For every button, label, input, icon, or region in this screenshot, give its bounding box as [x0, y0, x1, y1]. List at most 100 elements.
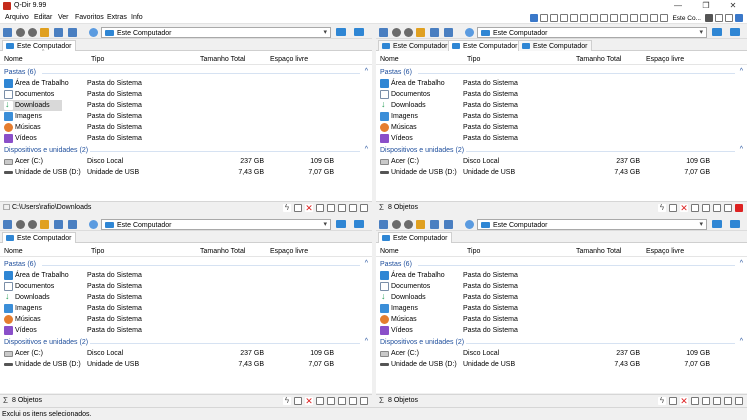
tab-este-computador[interactable]: Este Computador: [2, 40, 77, 51]
group-pastas[interactable]: Pastas (6): [4, 69, 36, 76]
list-item[interactable]: Vídeos Pasta do Sistema: [376, 133, 747, 144]
list-item[interactable]: Vídeos Pasta do Sistema: [0, 325, 372, 336]
edit-icon[interactable]: [724, 397, 732, 405]
column-tipo[interactable]: Tipo: [91, 56, 104, 63]
group-pastas[interactable]: Pastas (6): [4, 261, 36, 268]
list-item[interactable]: Músicas Pasta do Sistema: [376, 314, 747, 325]
column-espaco[interactable]: Espaço livre: [646, 248, 684, 255]
lightning-icon[interactable]: ϟ: [658, 204, 666, 212]
star-icon[interactable]: [715, 14, 723, 22]
monitor-icon[interactable]: [735, 14, 743, 22]
collapse-icon[interactable]: ^: [740, 260, 743, 267]
pane-menu-icon[interactable]: [3, 220, 12, 229]
address-bar[interactable]: Este Computador ▾: [101, 219, 331, 230]
layout-7-icon[interactable]: [610, 14, 619, 22]
layout-1-icon[interactable]: [550, 14, 559, 22]
settings-icon[interactable]: [725, 14, 733, 22]
layout-8-icon[interactable]: [620, 14, 629, 22]
list-item[interactable]: DownloadsPasta do Sistema: [376, 99, 747, 111]
delete-icon[interactable]: ✕: [305, 204, 313, 213]
column-tamanho[interactable]: Tamanho Total: [200, 56, 245, 63]
back-icon[interactable]: [16, 220, 25, 229]
list-item[interactable]: Acer (C:) Disco Local 237 GB 109 GB: [0, 348, 372, 359]
collapse-icon[interactable]: ^: [740, 338, 743, 345]
paste-icon[interactable]: [713, 204, 721, 212]
maximize-button[interactable]: ❐: [693, 0, 719, 12]
refresh-icon[interactable]: [465, 28, 474, 37]
menu-info[interactable]: Info: [131, 14, 143, 21]
list-item[interactable]: Músicas Pasta do Sistema: [0, 122, 372, 133]
monitor-icon[interactable]: [730, 28, 740, 36]
copy-icon[interactable]: [327, 397, 335, 405]
properties-icon[interactable]: [735, 397, 743, 405]
list-item[interactable]: Imagens Pasta do Sistema: [376, 303, 747, 314]
collapse-icon[interactable]: ^: [365, 260, 368, 267]
lightning-icon[interactable]: ϟ: [283, 204, 291, 212]
close-button[interactable]: ✕: [720, 0, 746, 12]
tab-este-computador[interactable]: Este Computador: [518, 40, 593, 51]
view-toggle-icon[interactable]: [712, 28, 722, 36]
group-dispositivos[interactable]: Dispositivos e unidades (2): [380, 147, 464, 154]
column-nome[interactable]: Nome: [380, 248, 399, 255]
tab-este-computador[interactable]: Este Computador: [2, 232, 77, 243]
list-item[interactable]: Documentos Pasta do Sistema: [0, 89, 372, 100]
layout-icon[interactable]: [530, 14, 539, 22]
back-icon[interactable]: [16, 28, 25, 37]
tab-este-computador[interactable]: Este Computador: [378, 232, 453, 243]
favorites-icon[interactable]: [54, 28, 63, 37]
chevron-down-icon[interactable]: ▾: [323, 28, 327, 36]
group-dispositivos[interactable]: Dispositivos e unidades (2): [4, 147, 88, 154]
favorites-icon[interactable]: [54, 220, 63, 229]
refresh-icon[interactable]: [465, 220, 474, 229]
mail-icon[interactable]: [669, 397, 677, 405]
pane-menu-icon[interactable]: [379, 28, 388, 37]
column-tipo[interactable]: Tipo: [467, 56, 480, 63]
back-icon[interactable]: [392, 220, 401, 229]
tab-este-computador[interactable]: Este Computador: [378, 40, 453, 51]
column-espaco[interactable]: Espaço livre: [270, 248, 308, 255]
group-pastas[interactable]: Pastas (6): [380, 261, 412, 268]
view-toggle-icon[interactable]: [712, 220, 722, 228]
cut-icon[interactable]: [316, 204, 324, 212]
tab-este-computador-active[interactable]: Este Computador: [448, 40, 523, 51]
collapse-icon[interactable]: ^: [740, 146, 743, 153]
column-tamanho[interactable]: Tamanho Total: [576, 56, 621, 63]
monitor-icon[interactable]: [730, 220, 740, 228]
layout-5-icon[interactable]: [590, 14, 599, 22]
cut-icon[interactable]: [691, 397, 699, 405]
lightning-icon[interactable]: ϟ: [283, 397, 291, 405]
list-item[interactable]: Área de Trabalho Pasta do Sistema: [376, 270, 747, 281]
group-dispositivos[interactable]: Dispositivos e unidades (2): [4, 339, 88, 346]
up-folder-icon[interactable]: [416, 220, 425, 229]
list-item[interactable]: Unidade de USB (D:) Unidade de USB 7,43 GB…: [376, 359, 747, 370]
paste-icon[interactable]: [338, 204, 346, 212]
address-bar[interactable]: Este Computador ▾: [477, 27, 707, 38]
forward-icon[interactable]: [404, 28, 413, 37]
layout-10-icon[interactable]: [640, 14, 649, 22]
delete-icon[interactable]: ✕: [680, 397, 688, 406]
mail-icon[interactable]: [669, 204, 677, 212]
column-nome[interactable]: Nome: [380, 56, 399, 63]
delete-icon[interactable]: ✕: [305, 397, 313, 406]
up-folder-icon[interactable]: [40, 28, 49, 37]
view-mode-icon[interactable]: [68, 28, 77, 37]
monitor-icon[interactable]: [354, 28, 364, 36]
mail-icon[interactable]: [294, 204, 302, 212]
column-espaco[interactable]: Espaço livre: [270, 56, 308, 63]
column-tipo[interactable]: Tipo: [91, 248, 104, 255]
list-item[interactable]: Documentos Pasta do Sistema: [376, 281, 747, 292]
layout-11-icon[interactable]: [650, 14, 659, 22]
chevron-down-icon[interactable]: ▾: [699, 28, 703, 36]
layout-9-icon[interactable]: [630, 14, 639, 22]
list-item[interactable]: Unidade de USB (D:) Unidade de USB 7,43 GB…: [376, 167, 747, 178]
properties-icon[interactable]: [360, 204, 368, 212]
edit-icon[interactable]: [724, 204, 732, 212]
address-bar[interactable]: Este Computador ▾: [477, 219, 707, 230]
forward-icon[interactable]: [28, 220, 37, 229]
favorites-icon[interactable]: [430, 220, 439, 229]
list-item[interactable]: Acer (C:) Disco Local 237 GB 109 GB: [376, 348, 747, 359]
view-mode-icon[interactable]: [68, 220, 77, 229]
column-tipo[interactable]: Tipo: [467, 248, 480, 255]
view-toggle-icon[interactable]: [336, 28, 346, 36]
list-item[interactable]: Imagens Pasta do Sistema: [0, 303, 372, 314]
